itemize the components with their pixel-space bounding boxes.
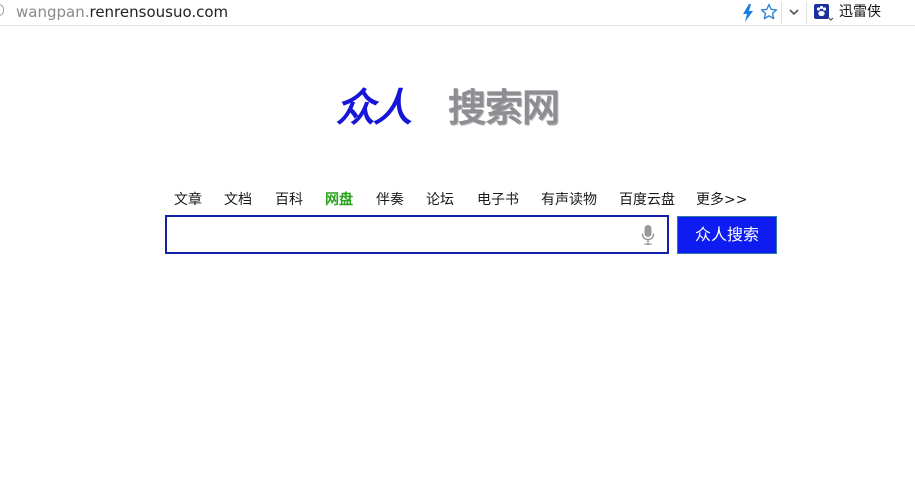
category-nav: 文章 文档 百科 网盘 伴奏 论坛 电子书 有声读物 百度云盘 更多>> bbox=[0, 190, 915, 210]
chevron-down-icon[interactable] bbox=[787, 5, 801, 19]
toolbar-divider bbox=[806, 2, 807, 24]
nav-item-documents[interactable]: 文档 bbox=[224, 190, 252, 210]
logo-text-blue: 众人 bbox=[336, 85, 412, 131]
browser-address-bar: wangpan.renrensousuo.com 迅雷侠 bbox=[0, 0, 915, 26]
baidu-paw-icon[interactable] bbox=[813, 3, 835, 22]
nav-item-audiobooks[interactable]: 有声读物 bbox=[541, 190, 597, 210]
nav-item-encyclopedia[interactable]: 百科 bbox=[275, 190, 303, 210]
extension-label[interactable]: 迅雷侠 bbox=[839, 3, 881, 21]
url-subdomain: wangpan. bbox=[16, 3, 90, 21]
url-field[interactable]: wangpan.renrensousuo.com bbox=[16, 3, 228, 21]
search-box bbox=[165, 215, 669, 254]
search-input[interactable] bbox=[171, 219, 637, 252]
site-info-icon[interactable] bbox=[0, 4, 4, 16]
nav-item-ebooks[interactable]: 电子书 bbox=[477, 190, 519, 210]
nav-item-articles[interactable]: 文章 bbox=[174, 190, 202, 210]
url-domain: renrensousuo.com bbox=[89, 3, 229, 21]
logo-text-gray: 搜索网 bbox=[448, 86, 560, 130]
page: wangpan.renrensousuo.com 迅雷侠 众人 搜索网 文章 文… bbox=[0, 0, 915, 498]
toolbar-divider bbox=[781, 2, 782, 24]
microphone-icon[interactable] bbox=[641, 224, 655, 246]
star-icon[interactable] bbox=[760, 3, 778, 21]
bolt-icon[interactable] bbox=[741, 4, 755, 22]
nav-item-accompaniment[interactable]: 伴奏 bbox=[376, 190, 404, 210]
search-button[interactable]: 众人搜索 bbox=[677, 216, 777, 254]
nav-item-baidu-cloud[interactable]: 百度云盘 bbox=[619, 190, 675, 210]
nav-item-netdisk[interactable]: 网盘 bbox=[325, 190, 353, 210]
site-logo[interactable]: 众人 搜索网 bbox=[336, 84, 596, 134]
nav-item-forum[interactable]: 论坛 bbox=[426, 190, 454, 210]
nav-item-more[interactable]: 更多>> bbox=[696, 190, 747, 210]
